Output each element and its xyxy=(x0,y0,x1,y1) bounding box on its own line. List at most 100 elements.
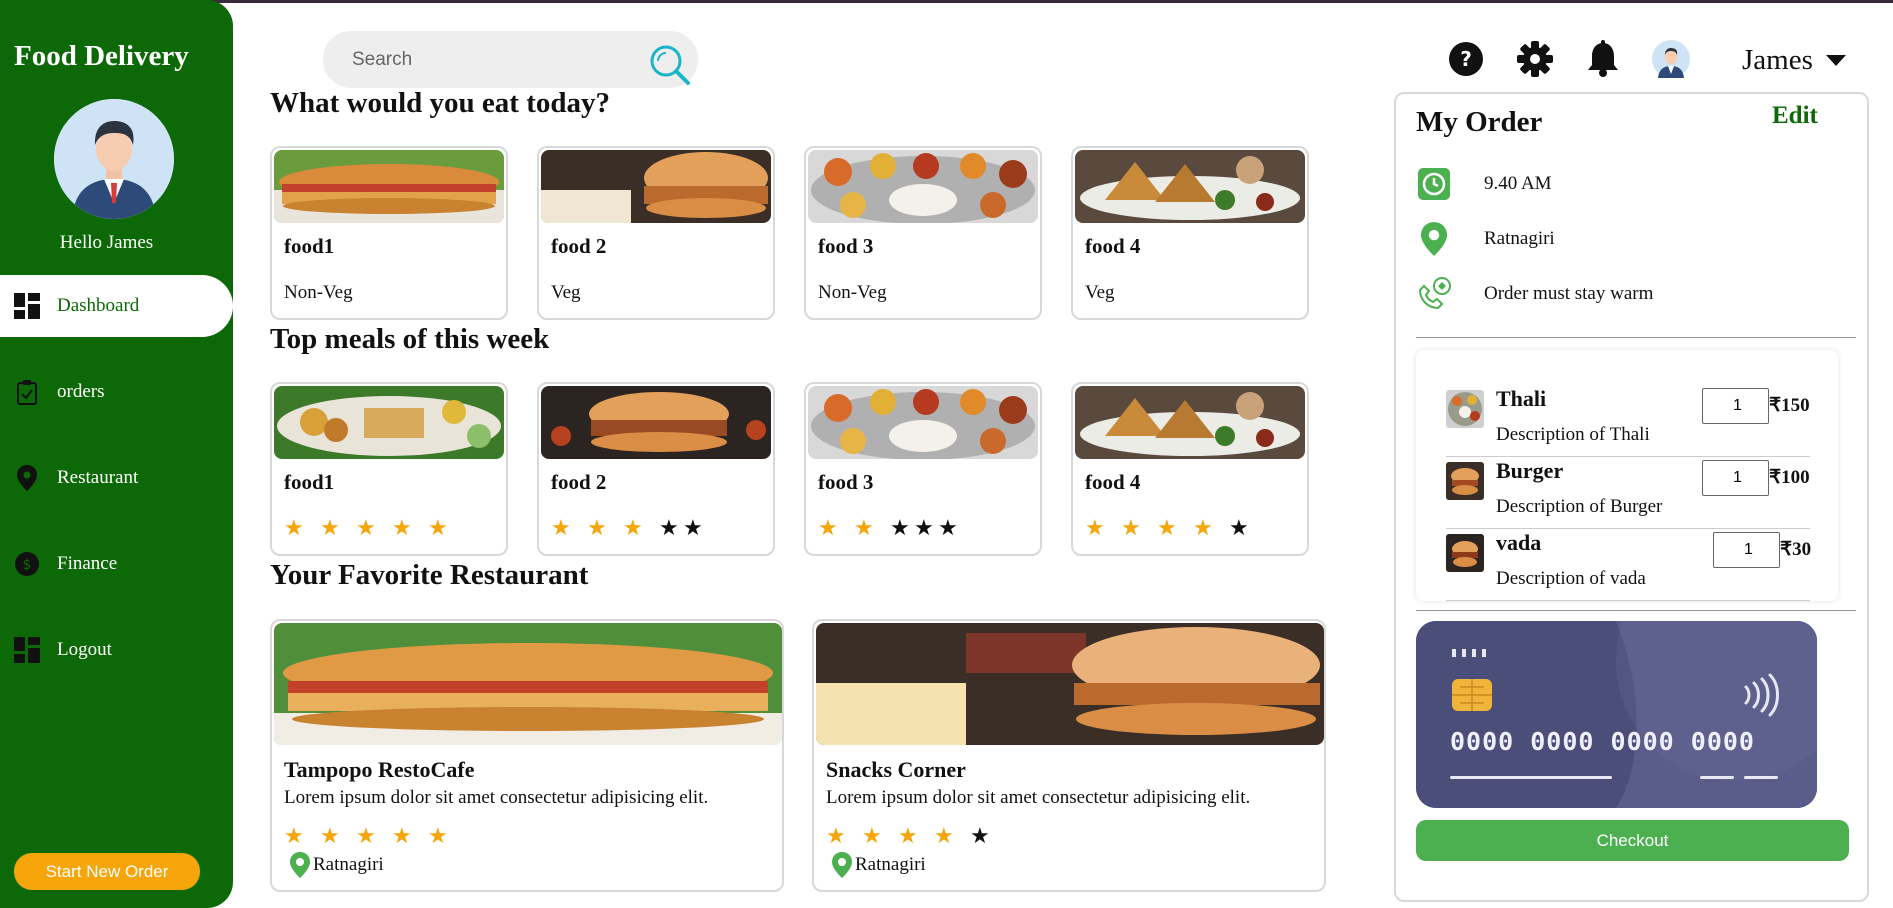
restaurant-name: Snacks Corner xyxy=(826,757,966,782)
food-card[interactable]: food 2 Veg xyxy=(537,146,775,320)
sidebar: Food Delivery Hello James Dashboard orde… xyxy=(0,0,233,908)
quantity-input[interactable] xyxy=(1702,388,1769,424)
food-card[interactable]: food 3 Non-Veg xyxy=(804,146,1042,320)
quantity-input[interactable] xyxy=(1713,532,1780,568)
star-empty-icon: ★ xyxy=(890,516,910,541)
star-empty-icon: ★ xyxy=(938,516,958,541)
item-name: vada xyxy=(1496,530,1542,555)
location-text: Ratnagiri xyxy=(855,854,926,875)
food-name: food1 xyxy=(284,234,335,258)
help-icon[interactable]: ? xyxy=(1447,40,1485,78)
meal-card[interactable]: food 3 ★ ★ ★ ★ ★ xyxy=(804,382,1042,556)
meal-name: food 4 xyxy=(1085,470,1141,494)
star-filled-icon: ★ xyxy=(392,516,412,541)
brand-title: Food Delivery xyxy=(14,40,189,72)
clipboard-icon xyxy=(13,379,40,406)
item-description: Description of Burger xyxy=(1496,496,1663,517)
chevron-down-icon[interactable] xyxy=(1826,55,1846,66)
sidebar-item-restaurant[interactable]: Restaurant xyxy=(0,447,233,509)
sidebar-item-orders[interactable]: orders xyxy=(0,361,233,423)
section-title-top-meals: Top meals of this week xyxy=(270,323,550,355)
restaurant-description: Lorem ipsum dolor sit amet consectetur a… xyxy=(284,787,709,808)
star-filled-icon: ★ xyxy=(428,516,448,541)
food-image-thali xyxy=(808,386,1038,459)
star-filled-icon: ★ xyxy=(551,516,571,541)
order-item: vada Description of vada ₹30 xyxy=(1446,530,1811,601)
user-name-dropdown[interactable]: James xyxy=(1742,44,1813,77)
star-filled-icon: ★ xyxy=(320,824,340,849)
food-image-vada-pav xyxy=(541,386,771,459)
restaurant-card[interactable]: Snacks Corner Lorem ipsum dolor sit amet… xyxy=(812,619,1326,892)
restaurant-location: Ratnagiri xyxy=(832,852,926,878)
rating-stars: ★ ★ ★ ★ ★ xyxy=(818,518,962,540)
sidebar-item-label: Finance xyxy=(57,553,118,574)
meal-card[interactable]: food 2 ★ ★ ★ ★ ★ xyxy=(537,382,775,556)
rating-stars: ★ ★ ★ ★ ★ xyxy=(551,518,707,540)
gear-icon[interactable] xyxy=(1516,40,1554,78)
star-empty-icon: ★ xyxy=(914,516,934,541)
restaurant-image-burger xyxy=(274,623,782,745)
order-note-row: Order must stay warm xyxy=(1416,276,1653,312)
star-filled-icon: ★ xyxy=(320,516,340,541)
sidebar-item-logout[interactable]: Logout xyxy=(0,619,233,681)
clock-icon xyxy=(1416,166,1452,202)
food-card[interactable]: food1 Non-Veg xyxy=(270,146,508,320)
star-filled-icon: ★ xyxy=(587,516,607,541)
restaurant-name: Tampopo RestoCafe xyxy=(284,757,475,782)
svg-text:$: $ xyxy=(22,557,31,573)
sidebar-item-finance[interactable]: $ Finance xyxy=(0,533,233,595)
order-item: Thali Description of Thali ₹150 xyxy=(1446,386,1810,458)
divider xyxy=(1446,528,1810,529)
star-empty-icon: ★ xyxy=(659,516,679,541)
start-new-order-button[interactable]: Start New Order xyxy=(14,853,200,890)
item-price: ₹100 xyxy=(1769,467,1810,488)
star-filled-icon: ★ xyxy=(1121,516,1141,541)
restaurant-card[interactable]: Tampopo RestoCafe Lorem ipsum dolor sit … xyxy=(270,619,784,892)
star-filled-icon: ★ xyxy=(284,824,304,849)
rating-stars: ★ ★ ★ ★ ★ xyxy=(284,518,464,540)
sidebar-item-label: Restaurant xyxy=(57,467,139,488)
location-text: Ratnagiri xyxy=(313,854,384,875)
food-name: food 4 xyxy=(1085,234,1141,258)
food-image-burger xyxy=(274,150,504,223)
meal-name: food1 xyxy=(284,470,335,494)
dashboard-icon xyxy=(13,293,40,320)
star-empty-icon: ★ xyxy=(1229,516,1249,541)
star-filled-icon: ★ xyxy=(356,516,376,541)
star-empty-icon: ★ xyxy=(970,824,990,849)
meal-name: food 3 xyxy=(818,470,874,494)
credit-card[interactable]: 0000 0000 0000 0000 xyxy=(1416,621,1817,808)
meal-card[interactable]: food 4 ★ ★ ★ ★ ★ xyxy=(1071,382,1309,556)
sidebar-item-dashboard[interactable]: Dashboard xyxy=(0,275,233,337)
divider xyxy=(1446,456,1810,457)
food-card[interactable]: food 4 Veg xyxy=(1071,146,1309,320)
quantity-input[interactable] xyxy=(1702,460,1769,496)
checkout-button[interactable]: Checkout xyxy=(1416,820,1849,861)
section-title-favorite: Your Favorite Restaurant xyxy=(270,559,589,591)
location-pin-icon xyxy=(13,465,40,492)
location-pin-icon xyxy=(1416,221,1452,257)
user-avatar[interactable] xyxy=(1652,40,1690,78)
restaurant-location: Ratnagiri xyxy=(290,852,384,878)
star-filled-icon: ★ xyxy=(1085,516,1105,541)
star-filled-icon: ★ xyxy=(854,516,874,541)
edit-order-link[interactable]: Edit xyxy=(1772,102,1818,130)
food-type: Veg xyxy=(1085,282,1115,303)
dashboard-icon xyxy=(13,637,40,664)
restaurant-image-burger-fries xyxy=(816,623,1324,745)
search-input[interactable] xyxy=(352,47,652,73)
divider xyxy=(1446,600,1810,601)
star-filled-icon: ★ xyxy=(284,516,304,541)
bell-icon[interactable] xyxy=(1584,40,1622,78)
star-filled-icon: ★ xyxy=(392,824,412,849)
search-icon[interactable] xyxy=(648,43,692,87)
order-time: 9.40 AM xyxy=(1484,173,1552,194)
dollar-circle-icon: $ xyxy=(13,551,40,578)
meal-card[interactable]: food1 ★ ★ ★ ★ ★ xyxy=(270,382,508,556)
item-description: Description of Thali xyxy=(1496,424,1650,445)
restaurant-description: Lorem ipsum dolor sit amet consectetur a… xyxy=(826,787,1251,808)
star-filled-icon: ★ xyxy=(818,516,838,541)
sidebar-item-label: orders xyxy=(57,381,105,402)
divider xyxy=(1416,337,1856,338)
star-filled-icon: ★ xyxy=(1157,516,1177,541)
